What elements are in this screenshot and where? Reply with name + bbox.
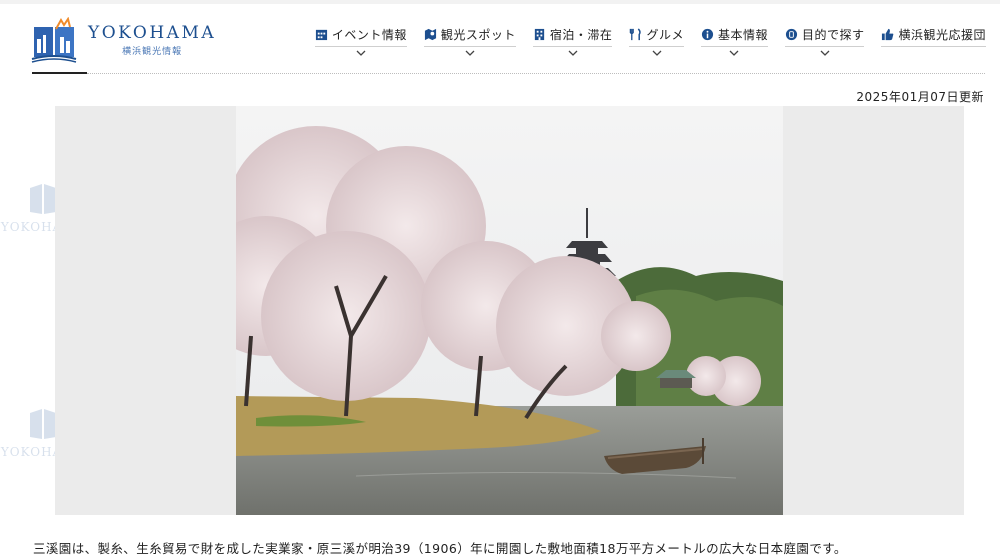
nav-item-events[interactable]: イベント情報 (314, 26, 407, 57)
calendar-icon (315, 29, 327, 41)
nav-item-purpose[interactable]: 目的で探す (784, 26, 865, 57)
chevron-down-icon (356, 50, 366, 56)
nav-item-spots[interactable]: 観光スポット (423, 26, 516, 57)
chevron-down-icon (820, 50, 830, 56)
chevron-down-icon (652, 50, 662, 56)
site-logo[interactable]: YOKOHAMA 横浜観光情報 (30, 16, 216, 64)
updated-date: 2025年01月07日更新 (856, 90, 984, 104)
book-logo-icon (30, 184, 56, 214)
yokohama-book-logo-icon (31, 17, 77, 63)
info-icon (701, 28, 714, 41)
nav-item-basic-info[interactable]: 基本情報 (700, 26, 768, 57)
hero-caption: 三溪園は、製糸、生糸貿易で財を成した実業家・原三溪が明治39（1906）年に開園… (33, 541, 847, 555)
nav-label: グルメ (646, 28, 684, 42)
hotel-icon (534, 28, 545, 41)
thumbs-up-icon (882, 28, 894, 41)
nav-item-gourmet[interactable]: グルメ (629, 26, 684, 57)
site-header: YOKOHAMA 横浜観光情報 イベント情報 観光スポット 宿泊・滞在 グルメ … (0, 4, 1000, 76)
hero-image (236, 106, 783, 515)
nav-item-supporters[interactable]: 横浜観光応援団 (881, 26, 986, 57)
nav-label: 宿泊・滞在 (549, 28, 613, 42)
chevron-down-icon (568, 50, 578, 56)
fork-knife-icon (630, 28, 642, 41)
slider-next-panel[interactable] (783, 106, 964, 515)
chevron-down-icon (465, 50, 475, 56)
nav-label: イベント情報 (331, 28, 407, 42)
search-badge-icon (785, 28, 798, 41)
chevron-down-icon (729, 50, 739, 56)
sankeien-garden-photo (236, 106, 783, 515)
slider-prev-panel[interactable] (55, 106, 236, 515)
logo-subtitle: 横浜観光情報 (122, 47, 183, 57)
logo-title: YOKOHAMA (88, 23, 217, 43)
main-nav: イベント情報 観光スポット 宿泊・滞在 グルメ 基本情報 目的で探す 横浜観光応… (298, 26, 986, 57)
nav-label: 横浜観光応援団 (898, 28, 986, 42)
nav-item-stay[interactable]: 宿泊・滞在 (532, 26, 613, 57)
header-accent-line (32, 72, 87, 74)
nav-label: 基本情報 (717, 28, 768, 42)
header-divider (87, 73, 985, 74)
map-icon (424, 28, 436, 41)
book-logo-icon (30, 409, 56, 439)
nav-label: 観光スポット (440, 28, 516, 42)
nav-label: 目的で探す (801, 28, 865, 42)
